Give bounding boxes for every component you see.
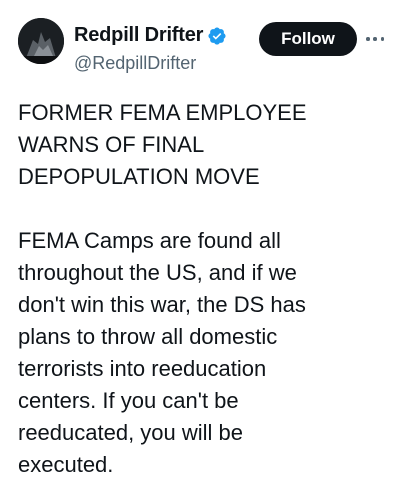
body-line: executed. [18,452,114,477]
more-options-icon[interactable] [366,30,384,48]
more-dot [380,37,384,41]
body-line: centers. If you can't be [18,388,239,413]
tweet-headline: FORMER FEMA EMPLOYEE WARNS OF FINAL DEPO… [18,97,393,193]
tweet-body: FEMA Camps are found all throughout the … [18,225,393,481]
headline-line: WARNS OF FINAL [18,132,205,157]
author-handle[interactable]: @RedpillDrifter [74,53,196,74]
body-line: reeducated, you will be [18,420,244,445]
name-row: Redpill Drifter [74,24,227,47]
more-dot [366,37,370,41]
tweet-text: FORMER FEMA EMPLOYEE WARNS OF FINAL DEPO… [18,97,393,481]
follow-button[interactable]: Follow [259,22,357,56]
headline-line: FORMER FEMA EMPLOYEE [18,100,307,125]
body-line: FEMA Camps are found all [18,228,281,253]
avatar[interactable] [18,18,64,64]
body-line: don't win this war, the DS has [18,292,306,317]
more-dot [373,37,377,41]
avatar-image [18,18,64,64]
body-line: terrorists into reeducation [18,356,267,381]
body-line: plans to throw all domestic [18,324,278,349]
tweet-header: Redpill Drifter @RedpillDrifter Follow [0,0,403,90]
headline-line: DEPOPULATION MOVE [18,164,260,189]
verified-badge-icon [207,26,227,46]
body-line: throughout the US, and if we [18,260,297,285]
display-name[interactable]: Redpill Drifter [74,24,203,47]
